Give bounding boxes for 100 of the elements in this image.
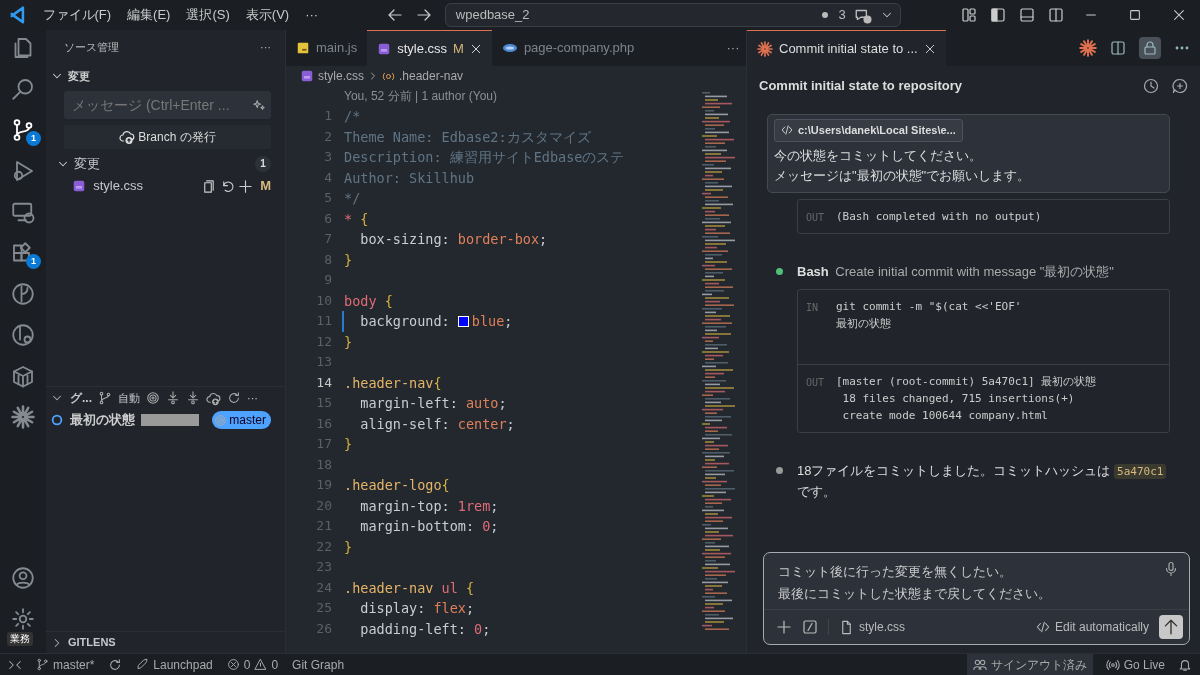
menu-item[interactable]: 編集(E): [119, 3, 179, 27]
back-arrow-icon[interactable]: [386, 7, 403, 23]
editor-tab[interactable]: style.css M: [367, 30, 492, 66]
css-file-icon: [300, 69, 314, 83]
lock-icon[interactable]: [1139, 37, 1161, 59]
branch-status[interactable]: master*: [36, 655, 95, 674]
edit-mode-button[interactable]: Edit automatically: [1035, 618, 1149, 636]
cloud-upload-icon[interactable]: [206, 390, 221, 406]
branch-icon: [36, 658, 49, 671]
settings-icon[interactable]: [11, 607, 35, 631]
section-title[interactable]: GITLENS: [68, 634, 116, 651]
sidebar-toggle-icon[interactable]: [990, 7, 1007, 23]
file-chip[interactable]: c:\Users\danek\Local Sites\e...: [774, 119, 963, 142]
status-item[interactable]: Git Graph: [292, 655, 345, 674]
target-icon[interactable]: [146, 391, 160, 405]
line-number: 17: [315, 435, 333, 453]
remote-monitor-icon[interactable]: [11, 200, 35, 224]
problems-status[interactable]: 0 0: [226, 655, 279, 674]
breadcrumb-item[interactable]: style.css: [300, 67, 364, 85]
commit-circle-icon[interactable]: [11, 323, 35, 347]
section-title[interactable]: グ...: [70, 389, 92, 407]
code-line: align-self: center;: [359, 414, 516, 434]
branch-circle-icon[interactable]: [11, 282, 35, 306]
live-server-status[interactable]: Go Live: [1105, 655, 1165, 674]
commit-message[interactable]: 最初の状態: [70, 410, 135, 430]
send-button[interactable]: [1159, 615, 1183, 639]
row-label: OUT: [806, 376, 822, 391]
sparkle-icon[interactable]: [252, 98, 266, 112]
count-badge: 1: [26, 131, 41, 146]
forward-arrow-icon[interactable]: [415, 7, 432, 23]
breadcrumb-item[interactable]: .header-nav: [382, 67, 464, 85]
code-line: .header-nav{: [344, 373, 443, 393]
code-line: Theme Name: Edbase2:カスタマイズ: [344, 127, 592, 147]
plus-icon[interactable]: [237, 178, 253, 194]
blame-annotation[interactable]: You, 52 分前 | 1 author (You): [344, 86, 698, 106]
fetch-icon[interactable]: [166, 391, 180, 405]
line-number: 15: [315, 394, 333, 412]
line-number: 25: [315, 599, 333, 617]
starburst-icon[interactable]: [1079, 39, 1097, 57]
slash-command-icon[interactable]: [802, 619, 818, 635]
close-icon[interactable]: [923, 42, 936, 55]
open-file-icon[interactable]: [201, 178, 217, 194]
menu-item[interactable]: ···: [297, 3, 327, 27]
graph-mode[interactable]: 自動: [118, 389, 140, 407]
split-editor-icon[interactable]: [1110, 40, 1126, 56]
refresh-icon[interactable]: [227, 391, 241, 405]
menu-item[interactable]: ファイル(F): [34, 3, 120, 27]
close-icon[interactable]: [469, 42, 482, 55]
attached-file[interactable]: style.css: [839, 618, 905, 636]
bell-icon[interactable]: [1178, 657, 1192, 672]
more-actions[interactable]: ···: [726, 38, 740, 58]
code-line: margin-left: auto;: [359, 394, 508, 413]
source-control-icon[interactable]: [11, 118, 35, 142]
more-actions[interactable]: ···: [260, 39, 271, 56]
message-input[interactable]: メッセージ (Ctrl+Enter ...: [64, 91, 271, 119]
branch-tag[interactable]: master: [212, 411, 271, 429]
sync-icon[interactable]: [108, 657, 123, 672]
panel-toggle-icon[interactable]: [1019, 7, 1036, 23]
run-debug-icon[interactable]: [11, 159, 35, 183]
more-actions[interactable]: ···: [247, 389, 258, 407]
menu-item[interactable]: 選択(S): [178, 3, 238, 27]
line-number: 1: [323, 107, 333, 125]
microphone-icon[interactable]: [1163, 561, 1179, 577]
code-icon: [1035, 620, 1050, 634]
file-name[interactable]: style.css: [93, 176, 198, 196]
line-number: 24: [315, 578, 333, 597]
search-icon[interactable]: [11, 77, 35, 101]
launchpad-status[interactable]: Launchpad: [136, 655, 213, 674]
css-file-icon: [377, 41, 392, 56]
account-icon[interactable]: [11, 566, 35, 590]
branch-icon[interactable]: [98, 391, 112, 405]
history-icon[interactable]: [1143, 78, 1159, 94]
new-chat-icon[interactable]: [1172, 78, 1188, 94]
maximize-icon[interactable]: [1128, 8, 1142, 22]
code-line: Description: 練習用サイトEdbaseのステ: [344, 148, 626, 167]
menu-item[interactable]: 表示(V): [237, 3, 298, 27]
tree-item[interactable]: 変更: [74, 154, 251, 174]
code-line: }: [344, 250, 354, 270]
line-number: 9: [323, 271, 333, 289]
tool-description: Create initial commit with message "最初の状態": [835, 262, 1114, 281]
command-center[interactable]: wpedbase_2 3: [444, 3, 901, 27]
code-line: body {: [344, 291, 394, 311]
line-number: 13: [315, 353, 333, 371]
code-line: Author: Skillhub: [344, 168, 476, 188]
chat-tab[interactable]: Commit initial state to ...: [747, 30, 946, 66]
accounts-status[interactable]: サインアウト済み: [966, 653, 1093, 675]
panel-title: ソース管理: [64, 40, 119, 56]
split-layout-icon[interactable]: [1048, 7, 1065, 23]
close-icon[interactable]: [1172, 8, 1186, 22]
output-text: (Bash completed with no output): [836, 208, 1042, 225]
layout-icon[interactable]: [961, 7, 978, 23]
code-line: box-sizing: border-box;: [359, 230, 549, 249]
output-text: [master (root-commit) 5a470c1] 最初の状態 18 files changed, 715 insertions(+) create mode 100644 company.html: [836, 374, 1097, 425]
publish-branch-button[interactable]: Branch の発行: [64, 125, 271, 149]
code-line: margin-bottom: 0;: [359, 517, 500, 536]
error-icon: [226, 658, 240, 671]
starburst-icon[interactable]: [11, 405, 35, 429]
pull-icon[interactable]: [186, 391, 200, 405]
warning-icon: [254, 658, 268, 671]
box-icon[interactable]: [11, 364, 35, 388]
